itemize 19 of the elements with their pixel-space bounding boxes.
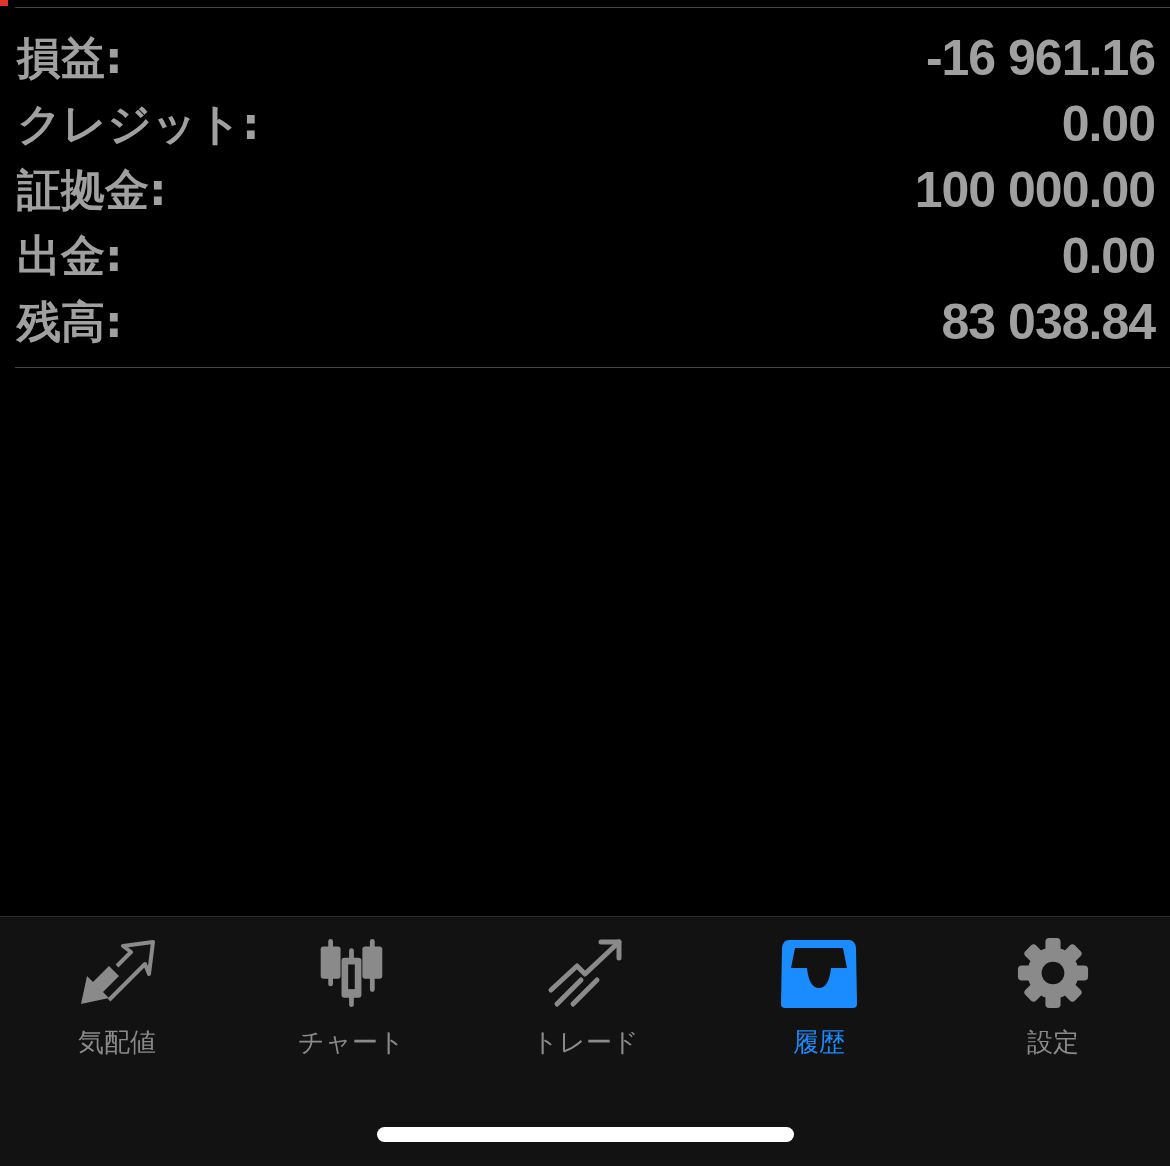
inbox-icon <box>781 937 857 1009</box>
tab[interactable]: 履歴 <box>702 937 936 1060</box>
summary-value: -16 961.16 <box>925 29 1155 87</box>
tab[interactable]: チャート <box>234 937 468 1060</box>
tab[interactable]: トレード <box>468 937 702 1060</box>
summary-value: 0.00 <box>1061 227 1155 285</box>
summary-value: 100 000.00 <box>914 161 1155 219</box>
tab[interactable]: 気配値 <box>0 937 234 1060</box>
summary-value: 83 038.84 <box>941 293 1155 351</box>
tab[interactable]: 設定 <box>936 937 1170 1060</box>
summary-label: クレジット: <box>17 96 260 151</box>
summary-label: 残高: <box>17 294 123 349</box>
summary-label: 出金: <box>17 228 123 283</box>
summary-value: 0.00 <box>1061 95 1155 153</box>
trend-arrow-icon <box>547 937 623 1009</box>
summary-label: 損益: <box>17 30 123 85</box>
summary-label: 証拠金: <box>17 162 167 217</box>
indicator-mark <box>0 0 8 6</box>
settings-icon <box>1015 937 1091 1009</box>
